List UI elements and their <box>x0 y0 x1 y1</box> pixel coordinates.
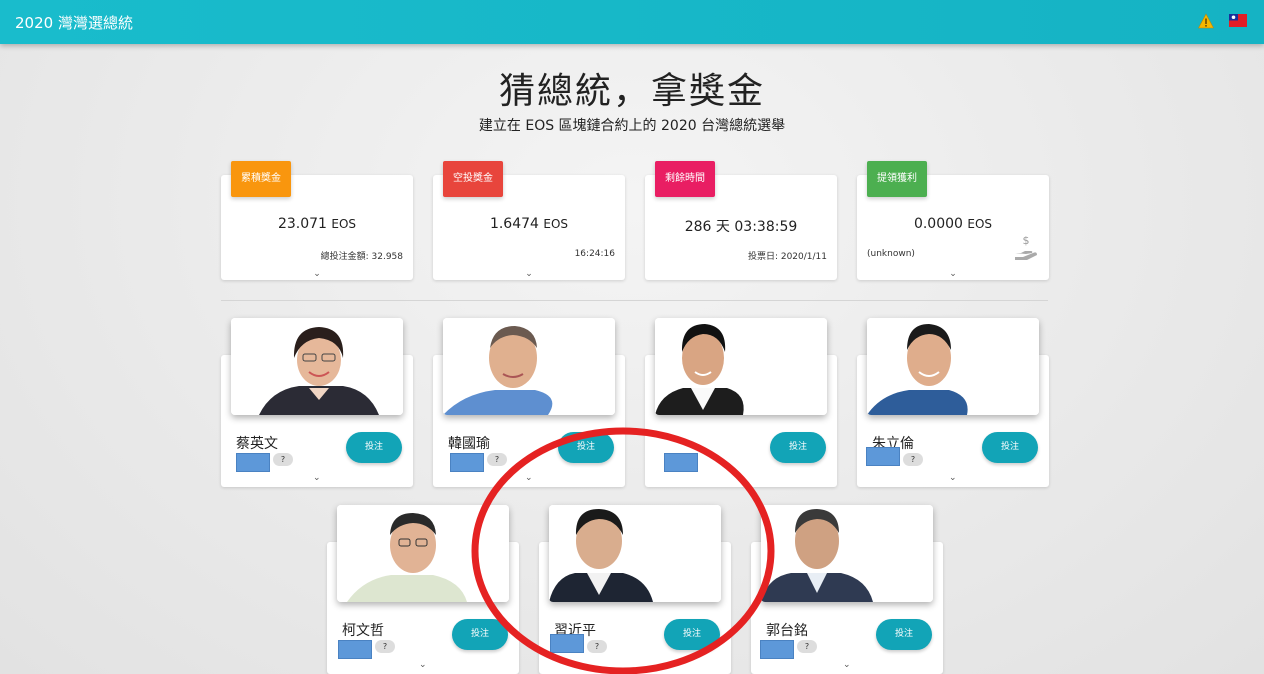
stat-tag-withdraw: 提領獲利 <box>867 161 927 197</box>
hidden-value-box <box>338 640 372 659</box>
bet-button[interactable]: 投注 <box>346 432 402 463</box>
app-title[interactable]: 2020 灣灣選總統 <box>15 12 133 33</box>
help-badge[interactable]: ? <box>797 640 817 653</box>
hand-coin-icon[interactable]: $ <box>1013 233 1039 261</box>
svg-text:$: $ <box>1023 234 1030 247</box>
highlight-circle <box>471 427 775 674</box>
stat-value-airdrop: 1.6474 EOS <box>489 216 569 232</box>
chevron-down-icon[interactable]: ⌄ <box>949 473 957 483</box>
stat-note-vote-date: 投票日: 2020/1/11 <box>747 252 827 262</box>
bet-button[interactable]: 投注 <box>876 619 932 650</box>
stat-value-jackpot: 23.071 EOS <box>277 216 357 232</box>
stat-value-remaining: 286 天 03:38:59 <box>684 219 798 235</box>
stat-card-airdrop: 空投獎金 1.6474 EOS 16:24:16 ⌄ <box>433 161 625 280</box>
candidate-photo <box>761 505 933 602</box>
stat-note-total-bet: 總投注金額: 32.958 <box>320 252 403 262</box>
bet-button[interactable]: 投注 <box>770 432 826 463</box>
chevron-down-icon[interactable]: ⌄ <box>524 269 534 279</box>
taiwan-flag-icon[interactable] <box>1229 14 1247 27</box>
hidden-value-box <box>866 447 900 466</box>
candidate-photo <box>655 318 827 415</box>
top-bar: 2020 灣灣選總統 <box>0 0 1264 44</box>
stat-card-jackpot: 累積獎金 23.071 EOS 總投注金額: 32.958 ⌄ <box>221 161 413 280</box>
warning-icon[interactable] <box>1198 13 1214 29</box>
section-divider <box>221 300 1048 301</box>
stat-card-withdraw: 提領獲利 0.0000 EOS (unknown) $ ⌄ <box>857 161 1049 280</box>
candidate-name: 柯文哲 <box>342 623 384 639</box>
chevron-down-icon[interactable]: ⌄ <box>313 473 321 483</box>
candidate-name: 蔡英文 <box>236 436 278 452</box>
chevron-down-icon[interactable]: ⌄ <box>419 660 427 670</box>
stat-note-airdrop-time: 16:24:16 <box>574 249 615 259</box>
page-headline: 猜總統，拿獎金 <box>498 71 765 112</box>
help-badge[interactable]: ? <box>375 640 395 653</box>
page-subtitle: 建立在 EOS 區塊鏈合約上的 2020 台灣總統選舉 <box>478 118 786 134</box>
candidate-photo <box>443 318 615 415</box>
help-badge[interactable]: ? <box>903 453 923 466</box>
candidate-photo <box>231 318 403 415</box>
stat-tag-jackpot: 累積獎金 <box>231 161 291 197</box>
chevron-down-icon[interactable]: ⌄ <box>948 269 958 279</box>
bet-button[interactable]: 投注 <box>982 432 1038 463</box>
stat-value-withdraw: 0.0000 EOS <box>913 216 993 232</box>
stat-tag-airdrop: 空投獎金 <box>443 161 503 197</box>
stat-note-account: (unknown) <box>867 249 915 259</box>
stat-card-remaining: 剩餘時間 286 天 03:38:59 投票日: 2020/1/11 <box>645 161 837 280</box>
help-badge[interactable]: ? <box>273 453 293 466</box>
stat-tag-remaining: 剩餘時間 <box>655 161 715 197</box>
candidate-photo <box>867 318 1039 415</box>
chevron-down-icon[interactable]: ⌄ <box>843 660 851 670</box>
chevron-down-icon[interactable]: ⌄ <box>312 269 322 279</box>
hidden-value-box <box>236 453 270 472</box>
